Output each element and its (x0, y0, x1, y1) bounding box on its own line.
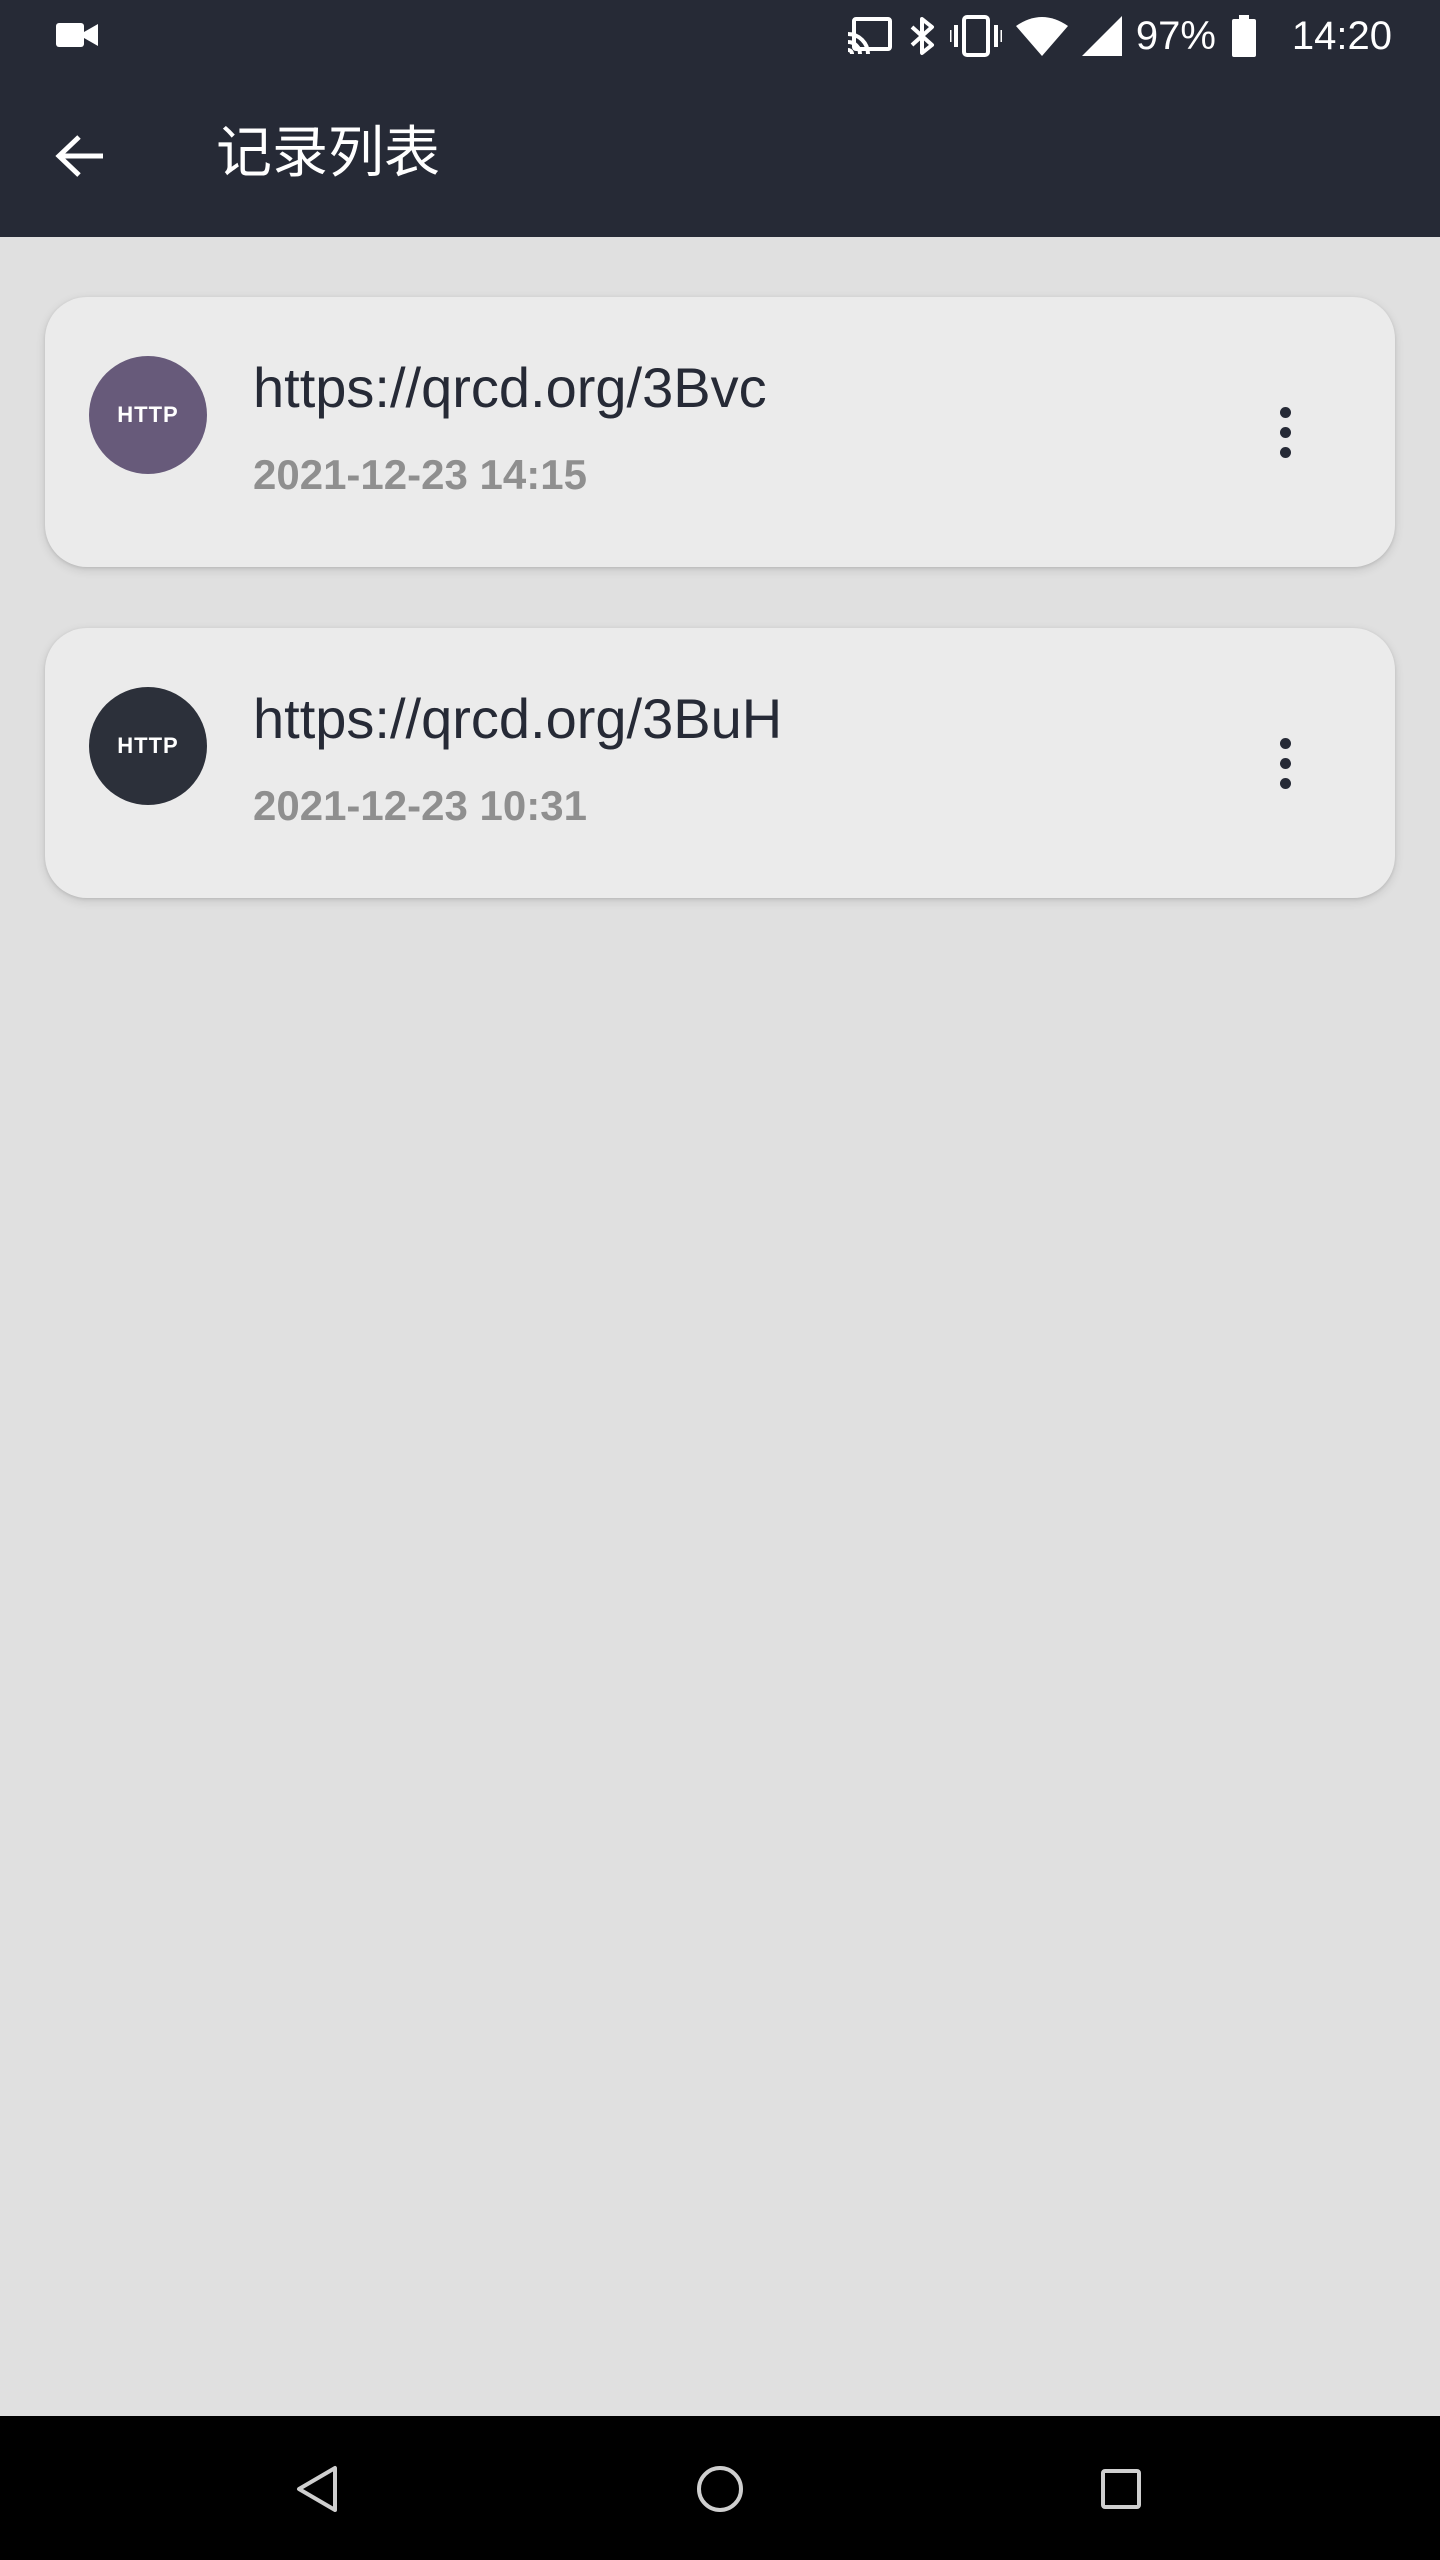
record-date: 2021-12-23 14:15 (253, 451, 587, 498)
nav-back-icon[interactable] (282, 2454, 352, 2524)
video-record-icon (56, 20, 98, 54)
status-time: 14:20 (1291, 13, 1392, 58)
status-bar: 97% 14:20 (0, 0, 1440, 72)
more-vert-icon[interactable] (1255, 723, 1315, 803)
battery-percent: 97% (1135, 13, 1216, 58)
record-card[interactable]: HTTP https://qrcd.org/3Bvc 2021-12-23 14… (45, 297, 1395, 567)
record-url: https://qrcd.org/3BuH (253, 687, 783, 750)
wifi-icon (1015, 16, 1068, 56)
http-badge: HTTP (89, 356, 207, 474)
app-bar: 记录列表 (0, 72, 1440, 237)
bluetooth-icon (908, 15, 936, 57)
status-icons: 97% 14:20 (846, 0, 1392, 72)
more-vert-icon[interactable] (1255, 392, 1315, 472)
record-url: https://qrcd.org/3Bvc (253, 356, 767, 419)
arrow-back-icon (55, 134, 105, 182)
back-button[interactable] (40, 118, 120, 198)
cellular-signal-icon (1081, 16, 1122, 56)
vibrate-icon (949, 15, 1002, 57)
system-nav-bar (0, 2416, 1440, 2560)
http-badge: HTTP (89, 687, 207, 805)
battery-icon (1231, 15, 1256, 57)
nav-home-icon[interactable] (685, 2454, 755, 2524)
cast-icon (846, 16, 894, 56)
page-title: 记录列表 (216, 121, 440, 186)
record-card[interactable]: HTTP https://qrcd.org/3BuH 2021-12-23 10… (45, 628, 1395, 898)
record-date: 2021-12-23 10:31 (253, 782, 587, 829)
nav-recents-icon[interactable] (1086, 2454, 1156, 2524)
